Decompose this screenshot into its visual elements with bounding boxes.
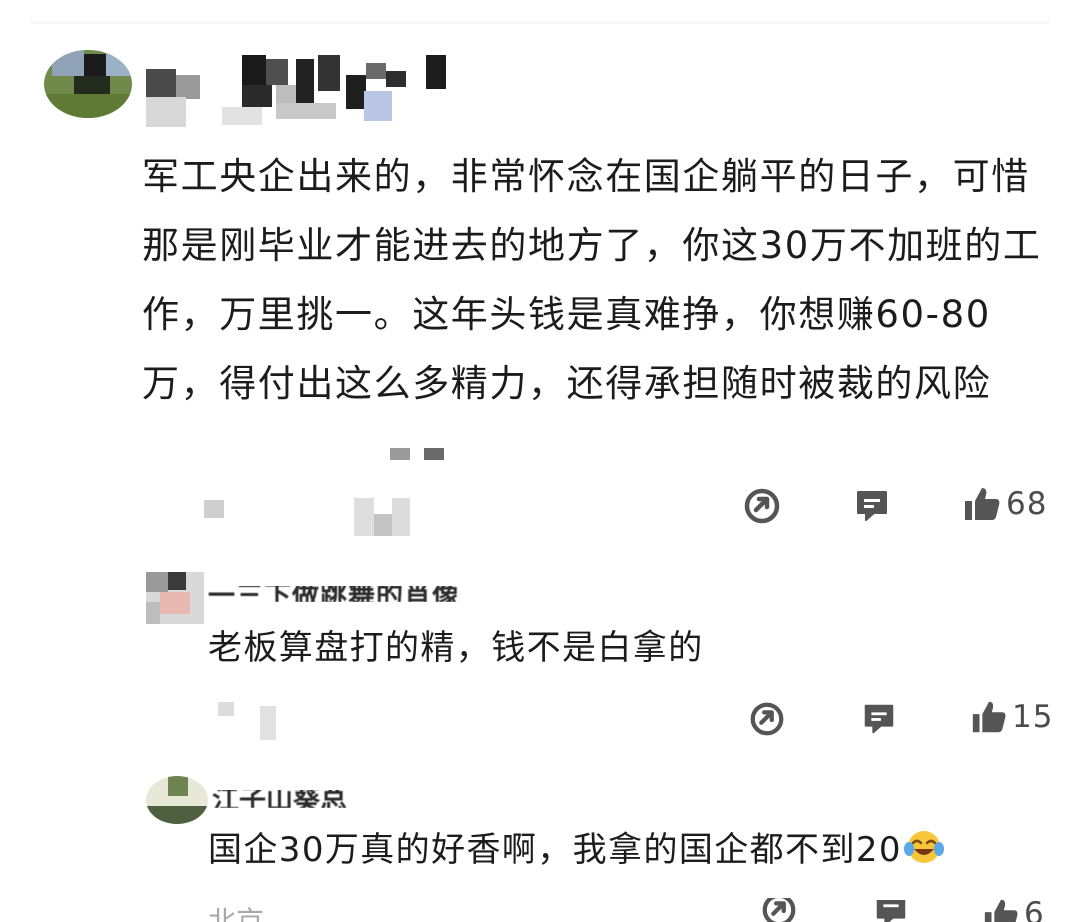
share-button[interactable] bbox=[742, 486, 782, 526]
share-button[interactable] bbox=[760, 898, 798, 922]
comment-icon bbox=[860, 700, 898, 738]
share-icon bbox=[742, 486, 782, 526]
location-label: 北京 bbox=[208, 905, 265, 922]
meta-redacted bbox=[218, 702, 278, 742]
reply-body: 老板算盘打的精，钱不是白拿的 bbox=[208, 628, 704, 668]
avatar[interactable] bbox=[146, 776, 208, 824]
like-button[interactable]: 68 bbox=[962, 484, 1047, 524]
reply-body: 国企30万真的好香啊，我拿的国企都不到20 bbox=[208, 828, 944, 872]
thumbs-up-icon bbox=[982, 896, 1020, 922]
share-icon bbox=[760, 898, 798, 922]
reply-author[interactable]: 一三下做跳舞的肖像 bbox=[208, 586, 460, 602]
share-icon bbox=[748, 700, 786, 738]
reply-body-text: 国企30万真的好香啊，我拿的国企都不到20 bbox=[208, 830, 902, 870]
like-button[interactable]: 6 bbox=[982, 896, 1045, 922]
avatar[interactable] bbox=[146, 572, 204, 624]
comment-body: 军工央企出来的，非常怀念在国企躺平的日子，可惜那是刚毕业才能进去的地方了，你这3… bbox=[142, 155, 1042, 405]
avatar[interactable] bbox=[44, 50, 132, 118]
reply-button[interactable] bbox=[860, 700, 898, 738]
reply-button[interactable] bbox=[872, 900, 910, 922]
thumbs-up-icon bbox=[970, 698, 1008, 736]
laughing-tears-emoji bbox=[903, 829, 944, 865]
like-button[interactable]: 15 bbox=[970, 698, 1053, 736]
meta-redacted bbox=[204, 496, 414, 538]
reply-author[interactable]: 江子山葵总 bbox=[212, 790, 347, 808]
comment-icon bbox=[852, 486, 892, 526]
thumbs-up-icon bbox=[962, 484, 1002, 524]
author-name-redacted[interactable] bbox=[146, 55, 456, 127]
top-divider bbox=[30, 22, 1050, 24]
reply-button[interactable] bbox=[852, 486, 892, 526]
share-button[interactable] bbox=[748, 700, 786, 738]
comment-icon bbox=[872, 900, 910, 922]
like-count: 15 bbox=[1012, 699, 1054, 735]
like-count: 6 bbox=[1024, 896, 1045, 922]
like-count: 68 bbox=[1006, 486, 1048, 522]
redacted-block bbox=[390, 448, 450, 462]
